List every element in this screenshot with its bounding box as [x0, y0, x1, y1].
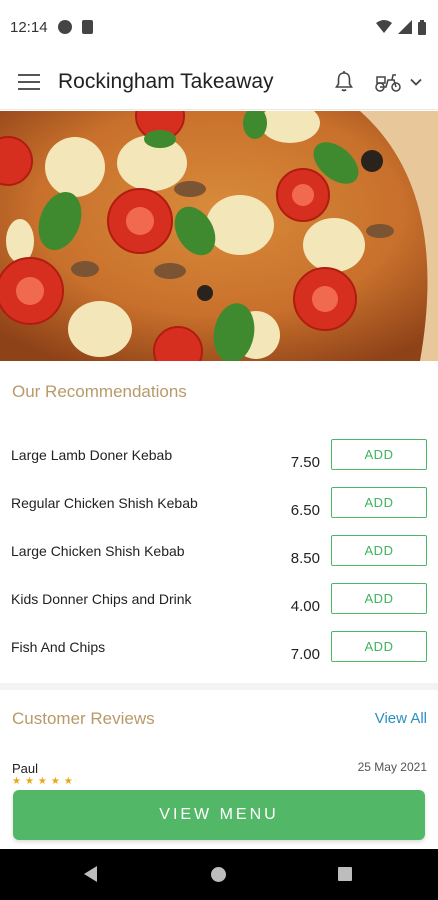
status-time: 12:14 — [10, 18, 48, 36]
pizza-illustration — [0, 111, 438, 361]
system-nav-bar — [0, 849, 438, 900]
signal-icon — [398, 20, 412, 34]
battery-icon — [418, 19, 426, 35]
add-button[interactable]: ADD — [331, 535, 427, 566]
wifi-icon — [376, 20, 392, 33]
add-button[interactable]: ADD — [331, 439, 427, 470]
bell-icon[interactable] — [332, 70, 356, 94]
add-button[interactable]: ADD — [331, 583, 427, 614]
recent-apps-icon[interactable] — [338, 867, 352, 881]
hero-pizza-image — [0, 111, 438, 361]
page-title: Rockingham Takeaway — [58, 69, 274, 93]
item-name: Regular Chicken Shish Kebab — [11, 495, 198, 511]
home-icon[interactable] — [211, 867, 226, 882]
app-notification-icon — [57, 20, 72, 34]
item-name: Fish And Chips — [11, 639, 106, 655]
add-button[interactable]: ADD — [331, 631, 427, 662]
reviews-title: Customer Reviews — [12, 709, 155, 728]
view-all-link[interactable]: View All — [375, 710, 427, 727]
reviewer-name: Paul — [12, 761, 39, 776]
item-name: Large Chicken Shish Kebab — [11, 543, 185, 559]
list-item: Fish And Chips 7.00 ADD — [0, 631, 438, 687]
item-name: Kids Donner Chips and Drink — [11, 591, 192, 607]
delivery-scooter-icon[interactable] — [374, 70, 402, 94]
review-stars: ★★★★★ — [12, 776, 77, 787]
item-price: 7.50 — [290, 454, 320, 471]
recommendations-title: Our Recommendations — [12, 382, 187, 401]
item-price: 6.50 — [290, 502, 320, 519]
view-menu-button[interactable]: VIEW MENU — [13, 790, 425, 840]
app-bar: Rockingham Takeaway — [0, 54, 438, 110]
item-price: 4.00 — [290, 598, 320, 615]
item-price: 7.00 — [290, 646, 320, 663]
item-price: 8.50 — [290, 550, 320, 567]
hamburger-menu-icon[interactable] — [18, 73, 40, 90]
status-bar: 12:14 — [0, 0, 438, 54]
status-left: 12:14 — [10, 19, 93, 36]
status-right — [376, 19, 426, 35]
back-icon[interactable] — [84, 866, 97, 882]
review-date: 25 May 2021 — [357, 760, 427, 774]
chevron-down-icon[interactable] — [410, 76, 422, 88]
section-divider — [0, 683, 438, 690]
add-button[interactable]: ADD — [331, 487, 427, 518]
sd-card-icon — [81, 20, 93, 34]
item-name: Large Lamb Doner Kebab — [11, 447, 173, 463]
